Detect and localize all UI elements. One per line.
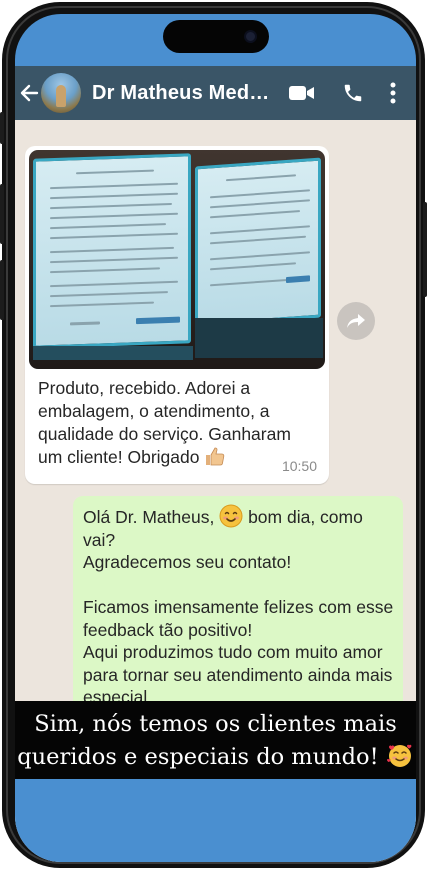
side-button: [0, 184, 4, 244]
promo-caption: Sim, nós temos os clientes mais queridos…: [15, 701, 416, 779]
box-text-line: [210, 251, 310, 261]
incoming-message-text: Produto, recebido. Adorei a embalagem, o…: [38, 377, 310, 469]
phone-frame: Dr Matheus Med… Produto, recebido. Adore…: [0, 2, 427, 868]
message-photo[interactable]: [29, 150, 325, 369]
forward-button[interactable]: [337, 302, 375, 340]
box-text-line: [50, 291, 168, 298]
more-options-icon[interactable]: [387, 66, 399, 120]
forward-icon: [347, 314, 365, 328]
smiling-face-with-hearts-icon: [386, 742, 414, 768]
phone-call-icon[interactable]: [341, 66, 365, 120]
box-text-line: [50, 256, 178, 264]
phone-screen: Dr Matheus Med… Produto, recebido. Adore…: [15, 14, 416, 862]
box-text-line: [50, 202, 172, 210]
chat-header: Dr Matheus Med…: [15, 66, 416, 120]
feedback-text: Ficamos imensamente felizes com esse fee…: [83, 597, 394, 640]
camera-icon: [244, 30, 257, 43]
thanks-text: Agradecemos seu contato!: [83, 552, 292, 572]
thumbs-up-icon: [204, 446, 226, 466]
box-text-line: [50, 192, 178, 200]
box-text-line: [76, 169, 154, 175]
production-text: Aqui produzimos tudo com muito amor para…: [83, 642, 393, 707]
side-button: [0, 260, 4, 320]
box-edge: [195, 318, 323, 358]
box-logo: [136, 316, 180, 325]
box-text-line: [210, 199, 310, 209]
caption-line-2-text: queridos e especiais do mundo!: [17, 744, 379, 770]
incoming-message-bubble[interactable]: Produto, recebido. Adorei a embalagem, o…: [25, 146, 329, 484]
product-box: [33, 153, 191, 349]
box-text-line: [50, 246, 174, 254]
box-text-line: [210, 235, 306, 245]
contact-name[interactable]: Dr Matheus Med…: [92, 82, 268, 105]
box-text-line: [210, 210, 300, 219]
side-button: [0, 112, 4, 144]
back-arrow-icon[interactable]: [17, 66, 41, 120]
box-text-line: [50, 267, 160, 274]
product-box: [195, 157, 321, 327]
smiling-face-icon: [219, 504, 243, 528]
box-logo: [286, 275, 310, 284]
avatar[interactable]: [41, 73, 81, 113]
box-text-line: [50, 280, 178, 288]
box-text-line: [50, 301, 154, 308]
box-text-line: [226, 174, 296, 182]
box-text-line: [50, 212, 178, 220]
box-text-line: [210, 262, 296, 271]
side-button: [423, 202, 427, 297]
avatar-figure: [56, 85, 66, 107]
bottom-background: [15, 779, 416, 862]
greeting-text: Olá Dr. Matheus,: [83, 507, 215, 527]
message-time: 10:50: [281, 458, 317, 474]
video-call-icon[interactable]: [287, 66, 317, 120]
dynamic-island: [163, 20, 269, 53]
box-text-line: [210, 225, 310, 235]
incoming-message-body: Produto, recebido. Adorei a embalagem, o…: [38, 378, 291, 467]
outgoing-message-text: Olá Dr. Matheus, bom dia, como vai? Agra…: [83, 504, 395, 709]
box-text-line: [210, 189, 310, 199]
box-edge: [33, 346, 193, 360]
box-text-line: [50, 182, 178, 190]
caption-line-2: queridos e especiais do mundo!: [15, 741, 416, 774]
caption-line-1: Sim, nós temos os clientes mais: [34, 711, 397, 737]
box-text-line: [210, 278, 290, 287]
box-text-line: [50, 223, 166, 230]
box-text-line: [70, 321, 100, 326]
box-text-line: [50, 232, 178, 240]
